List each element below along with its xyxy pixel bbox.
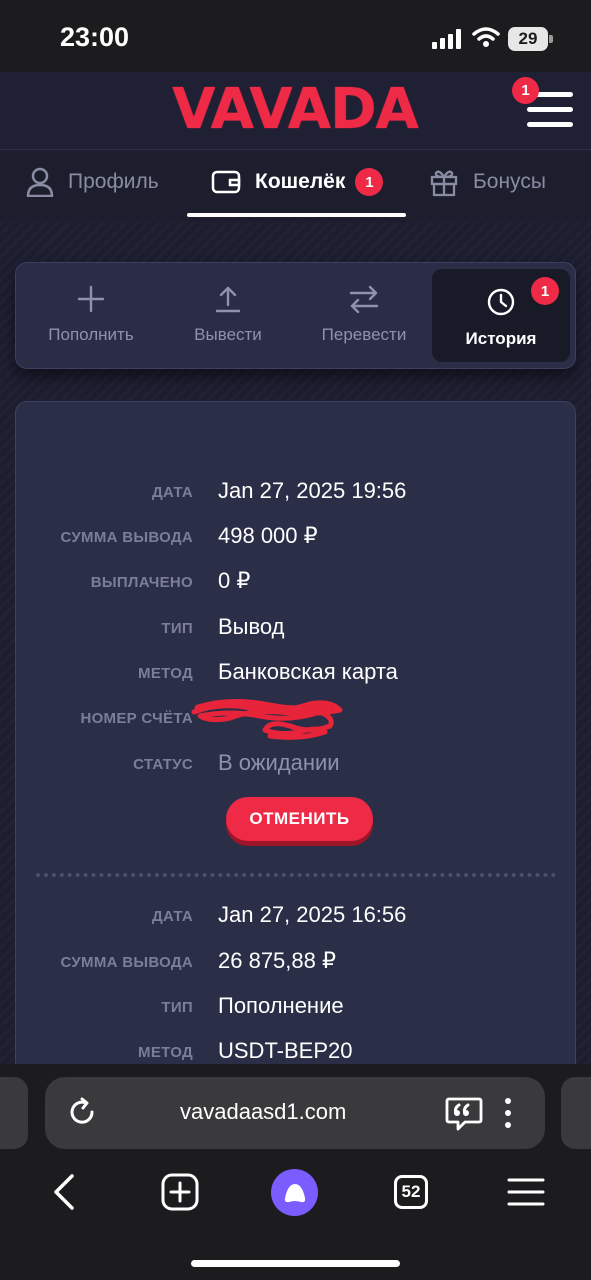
row-label: МЕТОД	[138, 1044, 193, 1061]
wallet-actions: Пополнить Вывести Перевести История	[15, 262, 576, 369]
entry-divider	[36, 873, 556, 877]
wallet-icon	[211, 170, 241, 194]
history-row: СУММА ВЫВОДА 498 000 ₽	[0, 523, 591, 553]
history-row: МЕТОД Банковская карта	[0, 659, 591, 689]
url-text[interactable]: vavadaasd1.com	[180, 1099, 346, 1125]
action-label: Пополнить	[48, 325, 134, 344]
battery-level: 29	[508, 27, 548, 51]
tab-label: Бонусы	[473, 170, 546, 193]
status-value: В ожидании	[218, 750, 340, 775]
menu-badge: 1	[512, 77, 539, 104]
next-tab-preview[interactable]	[561, 1077, 591, 1149]
assistant-icon	[284, 1183, 305, 1202]
tab-wallet[interactable]: Кошелёк 1	[211, 164, 384, 200]
clock-icon	[487, 288, 515, 316]
status-bar: 23:00 29	[0, 0, 591, 72]
active-tab-indicator	[187, 213, 406, 217]
row-value: Банковская карта	[218, 659, 398, 684]
cancel-withdrawal-button[interactable]: ОТМЕНИТЬ	[226, 797, 373, 841]
gift-icon	[430, 170, 458, 197]
user-icon	[26, 167, 54, 197]
quote-icon[interactable]	[445, 1096, 483, 1132]
assistant-button[interactable]	[271, 1169, 318, 1216]
reload-icon[interactable]	[66, 1096, 98, 1128]
account-tabs: Профиль Кошелёк 1 Бонусы	[0, 150, 591, 222]
history-row: ТИП Пополнение	[0, 993, 591, 1023]
row-label: ДАТА	[151, 908, 193, 925]
action-label: История	[465, 329, 537, 348]
row-value: Jan 27, 2025 16:56	[218, 902, 407, 927]
row-label: ВЫПЛАЧЕНО	[90, 574, 193, 591]
browser-menu-icon[interactable]	[507, 1177, 545, 1207]
transfer-icon	[349, 285, 379, 313]
tab-label: Профиль	[68, 170, 159, 193]
withdraw-button[interactable]: Вывести	[159, 263, 297, 368]
new-tab-icon[interactable]	[161, 1173, 199, 1211]
row-label: СТАТУС	[133, 756, 193, 773]
history-row: СУММА ВЫВОДА 26 875,88 ₽	[0, 948, 591, 978]
menu-line	[527, 122, 573, 127]
row-value: 498 000 ₽	[218, 523, 318, 548]
tab-bonuses[interactable]: Бонусы	[429, 164, 546, 200]
previous-tab-preview[interactable]	[0, 1077, 28, 1149]
wifi-icon	[472, 27, 500, 47]
site-header: VAVADA	[0, 72, 591, 150]
history-row: ДАТА Jan 27, 2025 19:56	[0, 478, 591, 508]
row-value: 26 875,88 ₽	[218, 948, 336, 973]
redaction-scribble	[191, 698, 343, 740]
row-value: Пополнение	[218, 993, 344, 1018]
battery-nub	[549, 35, 553, 43]
row-value: Вывод	[218, 614, 285, 639]
row-label: ТИП	[161, 620, 193, 637]
wallet-badge: 1	[355, 168, 384, 196]
row-label: СУММА ВЫВОДА	[60, 529, 193, 546]
action-label: Перевести	[321, 325, 407, 344]
row-label: СУММА ВЫВОДА	[60, 954, 193, 971]
back-icon[interactable]	[50, 1170, 78, 1214]
more-options-icon[interactable]	[500, 1095, 516, 1131]
row-label: ДАТА	[151, 484, 193, 501]
tab-label: Кошелёк	[255, 170, 346, 193]
history-row: ТИП Вывод	[0, 614, 591, 644]
signal-icon	[432, 29, 461, 49]
status-time: 23:00	[60, 22, 130, 52]
row-label: ТИП	[161, 999, 193, 1016]
row-label: МЕТОД	[138, 665, 193, 682]
history-badge: 1	[531, 277, 559, 305]
menu-line	[527, 107, 573, 112]
logo[interactable]: VAVADA	[140, 77, 450, 142]
row-value: USDT-BEP20	[218, 1038, 353, 1063]
history-row: СТАТУС В ожидании	[0, 750, 591, 780]
row-value: Jan 27, 2025 19:56	[218, 478, 407, 503]
upload-icon	[215, 286, 241, 313]
history-row: ВЫПЛАЧЕНО 0 ₽	[0, 568, 591, 598]
action-label: Вывести	[194, 325, 262, 344]
tab-profile[interactable]: Профиль	[26, 164, 159, 200]
home-indicator	[191, 1260, 400, 1267]
tabs-count-button[interactable]: 52	[394, 1175, 428, 1209]
row-value: 0 ₽	[218, 568, 251, 593]
row-label: НОМЕР СЧЁТА	[80, 710, 193, 727]
history-row: ДАТА Jan 27, 2025 16:56	[0, 902, 591, 932]
transfer-button[interactable]: Перевести	[295, 263, 433, 368]
plus-icon	[77, 285, 105, 313]
deposit-button[interactable]: Пополнить	[22, 263, 160, 368]
